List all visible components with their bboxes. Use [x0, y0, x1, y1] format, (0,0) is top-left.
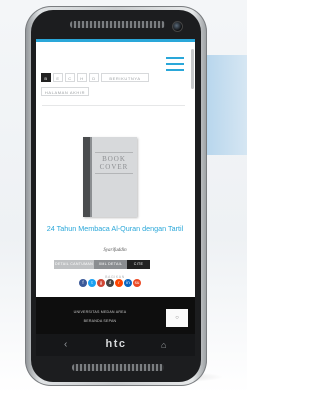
htc-logo: htc	[105, 338, 127, 350]
book-cover-image[interactable]: BOOK COVER	[83, 137, 137, 217]
page-e[interactable]: E	[53, 73, 63, 82]
home-icon[interactable]: ⌂	[161, 339, 166, 351]
back-icon[interactable]: ‹	[64, 339, 67, 351]
search-icon[interactable]: ○	[166, 309, 188, 327]
last-page-button[interactable]: HALAMAN AKHIR	[41, 87, 89, 96]
linkedin-icon[interactable]: in	[124, 279, 132, 287]
footer-home-link[interactable]: BERANDA SEPAN	[36, 319, 164, 323]
phone-screen: B E C H D BERIKUTNYA HALAMAN AKHIR BOOK …	[36, 39, 195, 334]
book-title-link[interactable]: 24 Tahun Membaca Al-Quran dengan Tartil	[42, 224, 188, 234]
bottom-speaker	[72, 364, 164, 371]
detail-catalog-button[interactable]: DETAIL CANTUMAN	[54, 260, 94, 269]
google-plus-icon[interactable]: g	[97, 279, 105, 287]
reddit-icon[interactable]: r	[115, 279, 123, 287]
page-c[interactable]: C	[65, 73, 75, 82]
content-divider	[42, 105, 185, 106]
cite-button[interactable]: CITE	[127, 260, 150, 269]
facebook-icon[interactable]: f	[79, 279, 87, 287]
menu-icon[interactable]	[166, 57, 184, 71]
site-footer: UNIVERSITAS MEDAN AREA BERANDA SEPAN ○	[36, 297, 195, 334]
top-speaker	[70, 21, 165, 28]
page-h[interactable]: H	[77, 73, 87, 82]
twitter-icon[interactable]: t	[88, 279, 96, 287]
stumbleupon-icon[interactable]: su	[133, 279, 141, 287]
page-b[interactable]: B	[41, 73, 51, 82]
next-page-button[interactable]: BERIKUTNYA	[101, 73, 149, 82]
footer-university: UNIVERSITAS MEDAN AREA	[73, 310, 127, 314]
share-label: BAGIKAN	[105, 275, 125, 279]
xml-detail-button[interactable]: XML DETAIL	[94, 260, 127, 269]
digg-icon[interactable]: d	[106, 279, 114, 287]
page-d[interactable]: D	[89, 73, 99, 82]
screen-accent-line	[36, 39, 195, 42]
book-cover-text: BOOK COVER	[99, 155, 129, 171]
front-camera-icon	[172, 21, 183, 32]
book-author: Syarifuddin	[103, 248, 127, 253]
scrollbar[interactable]	[191, 49, 194, 89]
